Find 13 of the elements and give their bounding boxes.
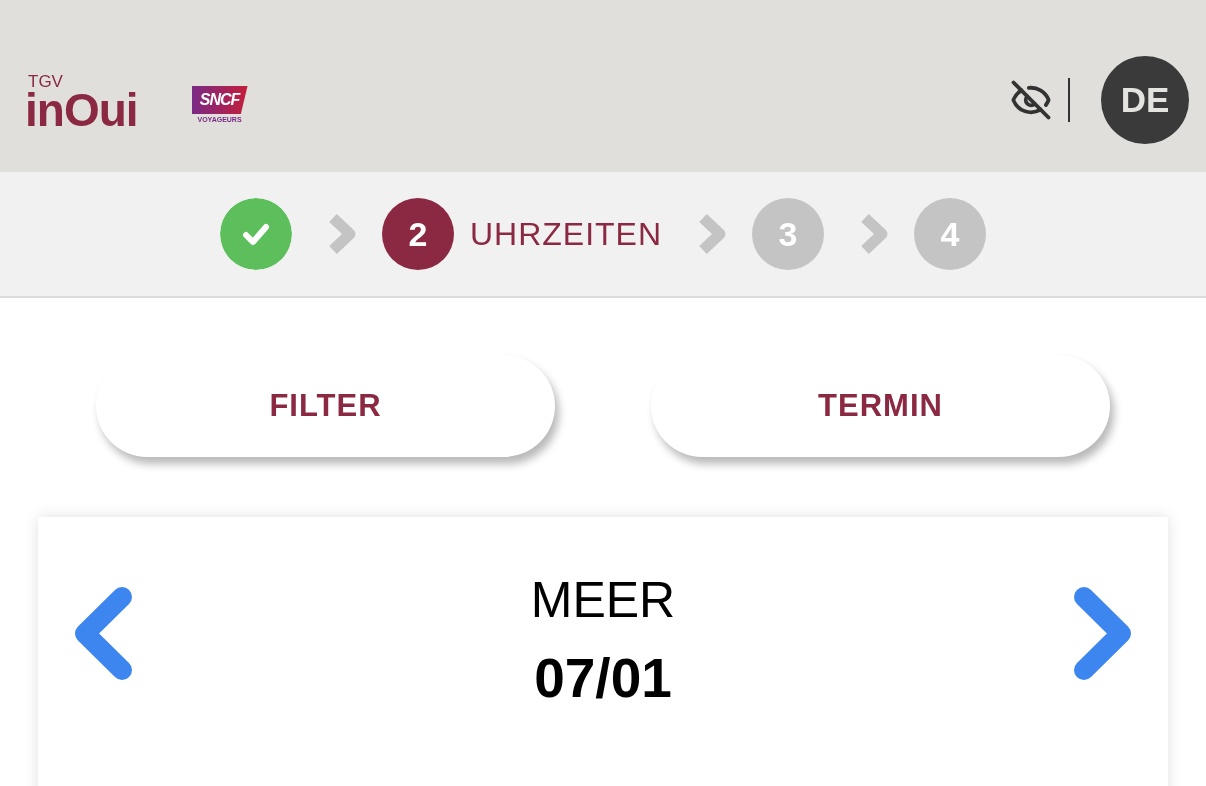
date-button[interactable]: TERMIN bbox=[651, 355, 1110, 457]
card-date: 07/01 bbox=[534, 651, 672, 706]
language-button[interactable]: DE bbox=[1101, 56, 1189, 144]
filter-button[interactable]: FILTER bbox=[96, 355, 555, 457]
step-number: 3 bbox=[752, 198, 825, 270]
step-number: 4 bbox=[914, 198, 987, 270]
logo-badge: SNCF bbox=[191, 86, 248, 114]
logo-wordmark: inOui bbox=[25, 90, 138, 130]
eye-slash-icon[interactable] bbox=[1010, 79, 1052, 121]
card-title: MEER bbox=[530, 575, 676, 625]
step-number: 2 bbox=[381, 198, 454, 270]
logo-small-text: TGV bbox=[28, 74, 63, 90]
step-label: UHRZEITEN bbox=[469, 215, 663, 254]
